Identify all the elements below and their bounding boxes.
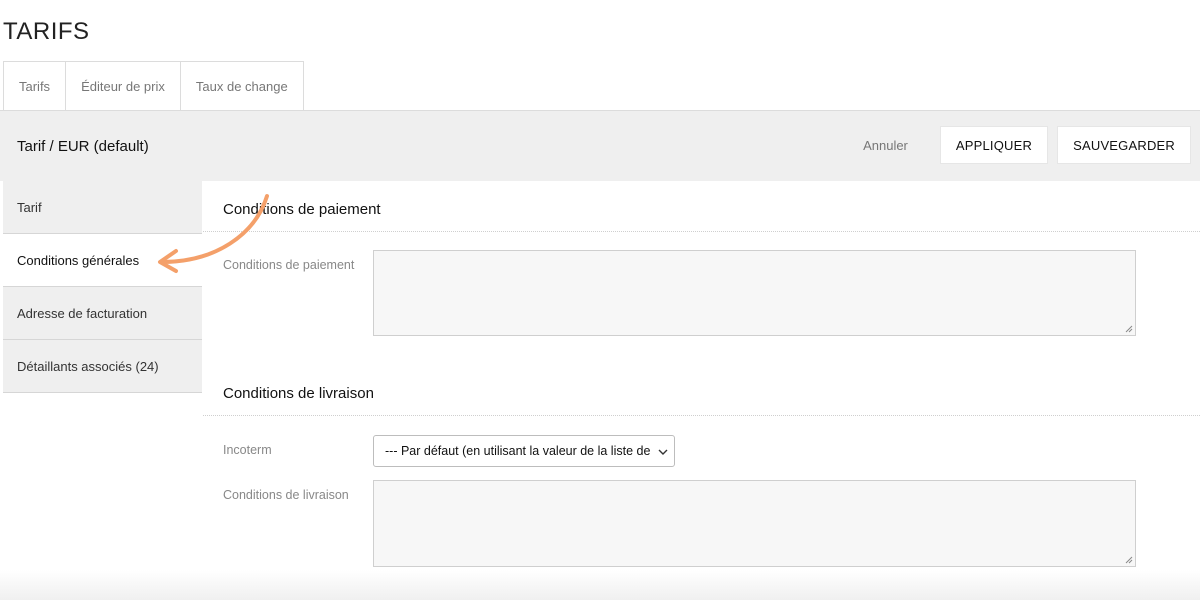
sidebar-item-adresse-de-facturation[interactable]: Adresse de facturation: [3, 287, 202, 340]
header-bar: Tarif / EUR (default) Annuler APPLIQUER …: [0, 110, 1200, 181]
delivery-terms-textarea[interactable]: [373, 480, 1136, 567]
section-divider: [203, 231, 1200, 232]
payment-terms-textarea[interactable]: [373, 250, 1136, 336]
tab-bar: Tarifs Éditeur de prix Taux de change: [3, 61, 304, 111]
incoterm-selected-value: --- Par défaut (en utilisant la valeur d…: [385, 444, 651, 458]
cancel-button[interactable]: Annuler: [863, 138, 908, 153]
payment-section-title: Conditions de paiement: [223, 201, 381, 218]
tab-taux-de-change[interactable]: Taux de change: [179, 61, 304, 111]
page-title: TARIFS: [3, 18, 90, 45]
section-divider: [203, 415, 1200, 416]
chevron-down-icon: [658, 449, 668, 455]
payment-terms-label: Conditions de paiement: [223, 258, 355, 272]
incoterm-label: Incoterm: [223, 443, 272, 457]
resize-grip-icon[interactable]: [1125, 325, 1133, 333]
apply-button[interactable]: APPLIQUER: [939, 126, 1049, 164]
resize-grip-icon[interactable]: [1125, 556, 1133, 564]
sidebar-item-conditions-generales[interactable]: Conditions générales: [3, 234, 202, 287]
main-content: Conditions de paiement Conditions de pai…: [203, 181, 1200, 600]
header-title: Tarif / EUR (default): [17, 137, 149, 155]
sidebar-item-detaillants-associes[interactable]: Détaillants associés (24): [3, 340, 202, 393]
incoterm-select[interactable]: --- Par défaut (en utilisant la valeur d…: [373, 435, 675, 467]
sidebar-item-tarif[interactable]: Tarif: [3, 181, 202, 234]
delivery-terms-label: Conditions de livraison: [223, 488, 349, 502]
delivery-section-title: Conditions de livraison: [223, 385, 374, 402]
save-button[interactable]: SAUVEGARDER: [1057, 126, 1191, 164]
sidebar: Tarif Conditions générales Adresse de fa…: [3, 181, 202, 600]
tab-tarifs[interactable]: Tarifs: [3, 61, 67, 111]
header-actions: Annuler APPLIQUER SAUVEGARDER: [863, 126, 1191, 164]
tab-editeur-de-prix[interactable]: Éditeur de prix: [65, 61, 181, 111]
